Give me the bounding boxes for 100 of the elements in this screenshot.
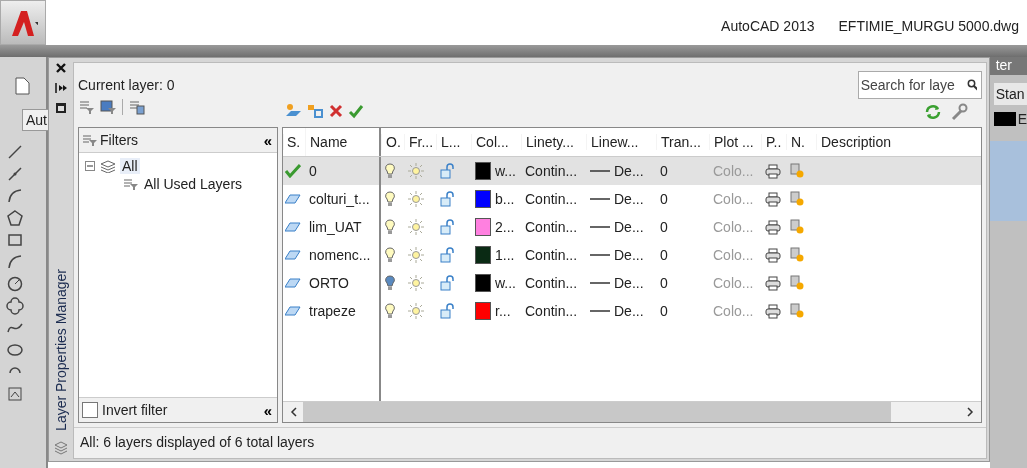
sun-icon[interactable] <box>408 163 424 179</box>
column-header[interactable]: Description <box>816 134 981 150</box>
layer-row[interactable]: nomenc... 1... Contin... De... 0 Colo... <box>283 241 981 269</box>
lineweight-cell[interactable]: De... <box>614 191 644 207</box>
printer-icon[interactable] <box>765 191 781 207</box>
auto-hide-icon[interactable] <box>54 82 68 94</box>
sun-icon[interactable] <box>408 303 424 319</box>
column-header[interactable]: S. <box>283 134 305 150</box>
viewport-freeze-icon[interactable] <box>790 303 804 319</box>
lineweight-cell[interactable]: De... <box>614 303 644 319</box>
linetype-cell[interactable]: Contin... <box>521 247 586 263</box>
lightbulb-icon[interactable] <box>385 191 395 207</box>
sun-icon[interactable] <box>408 275 424 291</box>
column-header[interactable]: O. <box>381 134 404 150</box>
transparency-cell[interactable]: 0 <box>656 275 709 291</box>
close-icon[interactable] <box>55 62 67 74</box>
column-header[interactable]: Linew... <box>586 134 656 150</box>
printer-icon[interactable] <box>765 247 781 263</box>
column-header[interactable]: Tran... <box>656 134 709 150</box>
new-layer-frozen-icon[interactable] <box>306 103 324 119</box>
unlocked-icon[interactable] <box>440 275 456 291</box>
printer-icon[interactable] <box>765 275 781 291</box>
lightbulb-icon[interactable] <box>385 247 395 263</box>
collapse-icon[interactable] <box>85 160 96 172</box>
layer-row[interactable]: lim_UAT 2... Contin... De... 0 Colo... <box>283 213 981 241</box>
scroll-left-icon[interactable] <box>289 406 299 418</box>
horizontal-scrollbar[interactable] <box>283 401 981 422</box>
color-swatch[interactable] <box>475 246 491 264</box>
unlocked-icon[interactable] <box>440 247 456 263</box>
sun-icon[interactable] <box>408 191 424 207</box>
lightbulb-icon[interactable] <box>385 303 395 319</box>
collapse-button[interactable]: « <box>261 401 274 419</box>
printer-icon[interactable] <box>765 303 781 319</box>
column-header[interactable]: N. <box>786 134 816 150</box>
wrench-icon[interactable] <box>949 103 968 121</box>
linetype-cell[interactable]: Contin... <box>521 163 586 179</box>
transparency-cell[interactable]: 0 <box>656 219 709 235</box>
layer-row[interactable]: ORTO w... Contin... De... 0 Colo... <box>283 269 981 297</box>
new-document-icon[interactable] <box>14 77 30 95</box>
ribbon-tab[interactable]: Stan <box>993 83 1027 105</box>
arc-icon[interactable] <box>6 253 24 271</box>
ellipse-icon[interactable] <box>6 341 24 359</box>
column-header[interactable]: Plot ... <box>709 134 761 150</box>
unlocked-icon[interactable] <box>440 303 456 319</box>
layer-row[interactable]: colturi_t... b... Contin... De... 0 Colo... <box>283 185 981 213</box>
new-layer-icon[interactable] <box>284 103 302 119</box>
delete-icon[interactable] <box>328 103 344 119</box>
column-header[interactable]: L... <box>436 134 471 150</box>
sun-icon[interactable] <box>408 247 424 263</box>
sun-icon[interactable] <box>408 219 424 235</box>
filter-tree-item[interactable]: All Used Layers <box>142 176 245 192</box>
unlocked-icon[interactable] <box>440 219 456 235</box>
checkbox[interactable] <box>82 402 98 418</box>
printer-icon[interactable] <box>765 163 781 179</box>
polyline-icon[interactable] <box>6 165 24 183</box>
lineweight-cell[interactable]: De... <box>614 163 644 179</box>
search-field[interactable]: Search for laye <box>857 71 982 99</box>
color-swatch[interactable] <box>475 274 491 292</box>
unlocked-icon[interactable] <box>440 163 456 179</box>
printer-icon[interactable] <box>765 219 781 235</box>
block-icon[interactable] <box>6 385 24 403</box>
lineweight-cell[interactable]: De... <box>614 247 644 263</box>
color-swatch[interactable] <box>475 218 491 236</box>
lightbulb-icon[interactable] <box>385 219 395 235</box>
color-swatch[interactable] <box>475 162 491 180</box>
scroll-right-icon[interactable] <box>964 406 975 418</box>
color-swatch[interactable] <box>475 302 491 320</box>
viewport-freeze-icon[interactable] <box>790 191 804 207</box>
properties-icon[interactable] <box>55 102 67 114</box>
lightbulb-icon[interactable] <box>385 275 395 291</box>
filter-tree-item[interactable]: All <box>120 158 140 174</box>
transparency-cell[interactable]: 0 <box>656 303 709 319</box>
transparency-cell[interactable]: 0 <box>656 163 709 179</box>
search-icon[interactable] <box>966 79 977 91</box>
column-header[interactable]: Linety... <box>521 134 586 150</box>
application-menu-button[interactable] <box>0 0 46 45</box>
circle-icon[interactable] <box>6 275 24 293</box>
viewport-freeze-icon[interactable] <box>790 247 804 263</box>
column-header[interactable]: P.. <box>761 134 786 150</box>
linetype-cell[interactable]: Contin... <box>521 219 586 235</box>
lineweight-cell[interactable]: De... <box>614 219 644 235</box>
linetype-cell[interactable]: Contin... <box>521 303 586 319</box>
layer-row[interactable]: 0 w... Contin... De... 0 Colo... <box>283 157 981 185</box>
checkmark-icon[interactable] <box>348 103 364 119</box>
rectangle-icon[interactable] <box>6 231 24 249</box>
layer-row[interactable]: trapeze r... Contin... De... 0 Colo... <box>283 297 981 325</box>
polygon-icon[interactable] <box>6 209 24 227</box>
column-header[interactable]: Fr... <box>404 134 436 150</box>
arc-icon[interactable] <box>6 187 24 205</box>
line-icon[interactable] <box>6 143 24 161</box>
collapse-button[interactable]: « <box>261 131 274 149</box>
new-group-filter-icon[interactable] <box>100 99 117 115</box>
scrollbar-thumb[interactable] <box>303 402 891 422</box>
unlocked-icon[interactable] <box>440 191 456 207</box>
column-header[interactable]: Col... <box>471 134 521 150</box>
viewport-freeze-icon[interactable] <box>790 275 804 291</box>
lightbulb-icon[interactable] <box>385 163 395 179</box>
transparency-cell[interactable]: 0 <box>656 191 709 207</box>
linetype-cell[interactable]: Contin... <box>521 275 586 291</box>
layer-states-icon[interactable] <box>128 99 145 115</box>
